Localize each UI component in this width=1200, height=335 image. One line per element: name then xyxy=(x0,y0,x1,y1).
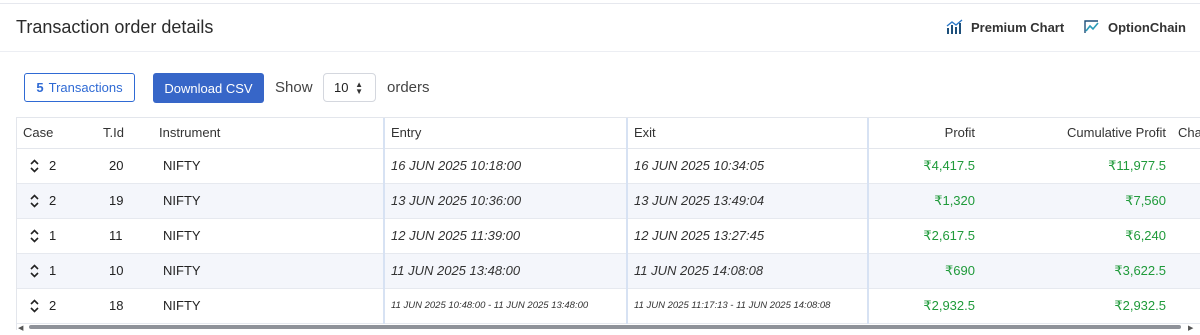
table-row[interactable]: 1 10 NIFTY 11 JUN 2025 13:48:00 11 JUN 2… xyxy=(17,253,1200,289)
panel-title: Transaction order details xyxy=(16,17,214,37)
sort-icon[interactable] xyxy=(30,158,40,173)
profit-value: ₹1,320 xyxy=(867,183,981,219)
col-instrument[interactable]: Instrument xyxy=(153,118,384,149)
cha-value xyxy=(1172,183,1200,219)
table-row[interactable]: 2 20 NIFTY 16 JUN 2025 10:18:00 16 JUN 2… xyxy=(17,148,1200,184)
exit-value: 11 JUN 2025 11:17:13 - 11 JUN 2025 14:08… xyxy=(626,288,868,324)
scrollbar-thumb[interactable] xyxy=(29,325,1181,329)
instrument-value: NIFTY xyxy=(153,183,384,219)
entry-value: 11 JUN 2025 10:48:00 - 11 JUN 2025 13:48… xyxy=(383,288,627,324)
transactions-table: Case T.Id Instrument Entry Exit Profit C… xyxy=(16,117,1200,330)
col-tid[interactable]: T.Id xyxy=(97,118,153,149)
cumulative-profit-value: ₹2,932.5 xyxy=(981,288,1172,324)
exit-value: 16 JUN 2025 10:34:05 xyxy=(626,148,868,184)
tid-value: 11 xyxy=(97,218,153,254)
entry-value: 12 JUN 2025 11:39:00 xyxy=(383,218,627,254)
instrument-value: NIFTY xyxy=(153,288,384,324)
tid-value: 20 xyxy=(97,148,153,184)
col-exit[interactable]: Exit xyxy=(626,118,868,149)
entry-value: 13 JUN 2025 10:36:00 xyxy=(383,183,627,219)
tid-value: 19 xyxy=(97,183,153,219)
cumulative-profit-value: ₹6,240 xyxy=(981,218,1172,254)
cha-value xyxy=(1172,148,1200,184)
case-value: 2 xyxy=(49,158,57,173)
orders-label: orders xyxy=(387,79,430,96)
cumulative-profit-value: ₹11,977.5 xyxy=(981,148,1172,184)
case-value: 1 xyxy=(49,263,57,278)
scroll-right-icon[interactable]: ▶ xyxy=(1188,324,1193,332)
panel-header: Transaction order details Premium Chart … xyxy=(0,4,1200,52)
sort-icon[interactable] xyxy=(30,228,40,243)
cha-value xyxy=(1172,288,1200,324)
transactions-count-button[interactable]: 5 Transactions xyxy=(24,73,135,102)
option-chain-link[interactable]: OptionChain xyxy=(1083,19,1186,35)
table-header-row: Case T.Id Instrument Entry Exit Profit C… xyxy=(17,118,1200,149)
premium-chart-icon xyxy=(946,19,963,34)
page-size-value: 10 xyxy=(334,80,349,95)
tid-value: 10 xyxy=(97,253,153,289)
show-label: Show xyxy=(275,79,313,96)
col-entry[interactable]: Entry xyxy=(383,118,627,149)
table-row[interactable]: 2 19 NIFTY 13 JUN 2025 10:36:00 13 JUN 2… xyxy=(17,183,1200,219)
dropdown-arrow-icon: ▲ ▼ xyxy=(355,80,363,96)
cha-value xyxy=(1172,218,1200,254)
case-value: 2 xyxy=(49,193,57,208)
profit-value: ₹2,932.5 xyxy=(867,288,981,324)
cumulative-profit-value: ₹7,560 xyxy=(981,183,1172,219)
case-value: 1 xyxy=(49,228,57,243)
col-case[interactable]: Case xyxy=(17,118,97,149)
profit-value: ₹2,617.5 xyxy=(867,218,981,254)
premium-chart-label: Premium Chart xyxy=(971,19,1065,35)
option-chain-label: OptionChain xyxy=(1108,19,1186,35)
col-cha[interactable]: Cha xyxy=(1172,118,1200,149)
scroll-left-icon[interactable]: ◀ xyxy=(18,324,23,332)
sort-icon[interactable] xyxy=(30,263,40,278)
col-cumulative-profit[interactable]: Cumulative Profit xyxy=(981,118,1172,149)
tid-value: 18 xyxy=(97,288,153,324)
profit-value: ₹690 xyxy=(867,253,981,289)
exit-value: 12 JUN 2025 13:27:45 xyxy=(626,218,868,254)
table-row[interactable]: 2 18 NIFTY 11 JUN 2025 10:48:00 - 11 JUN… xyxy=(17,288,1200,324)
exit-value: 11 JUN 2025 14:08:08 xyxy=(626,253,868,289)
entry-value: 11 JUN 2025 13:48:00 xyxy=(383,253,627,289)
table-row[interactable]: 1 11 NIFTY 12 JUN 2025 11:39:00 12 JUN 2… xyxy=(17,218,1200,254)
instrument-value: NIFTY xyxy=(153,253,384,289)
transactions-label: Transactions xyxy=(48,80,123,95)
entry-value: 16 JUN 2025 10:18:00 xyxy=(383,148,627,184)
col-profit[interactable]: Profit xyxy=(867,118,981,149)
toolbar: 5 Transactions Download CSV Show 10 ▲ ▼ o… xyxy=(0,68,1200,108)
cha-value xyxy=(1172,253,1200,289)
option-chain-icon xyxy=(1084,20,1099,33)
cumulative-profit-value: ₹3,622.5 xyxy=(981,253,1172,289)
instrument-value: NIFTY xyxy=(153,218,384,254)
instrument-value: NIFTY xyxy=(153,148,384,184)
download-csv-button[interactable]: Download CSV xyxy=(153,73,264,103)
transactions-count: 5 xyxy=(36,80,44,95)
premium-chart-link[interactable]: Premium Chart xyxy=(946,19,1064,35)
sort-icon[interactable] xyxy=(30,298,40,313)
exit-value: 13 JUN 2025 13:49:04 xyxy=(626,183,868,219)
horizontal-scrollbar[interactable]: ◀ ▶ xyxy=(16,323,1200,332)
profit-value: ₹4,417.5 xyxy=(867,148,981,184)
page-size-select[interactable]: 10 ▲ ▼ xyxy=(323,73,376,102)
case-value: 2 xyxy=(49,298,57,313)
sort-icon[interactable] xyxy=(30,193,40,208)
